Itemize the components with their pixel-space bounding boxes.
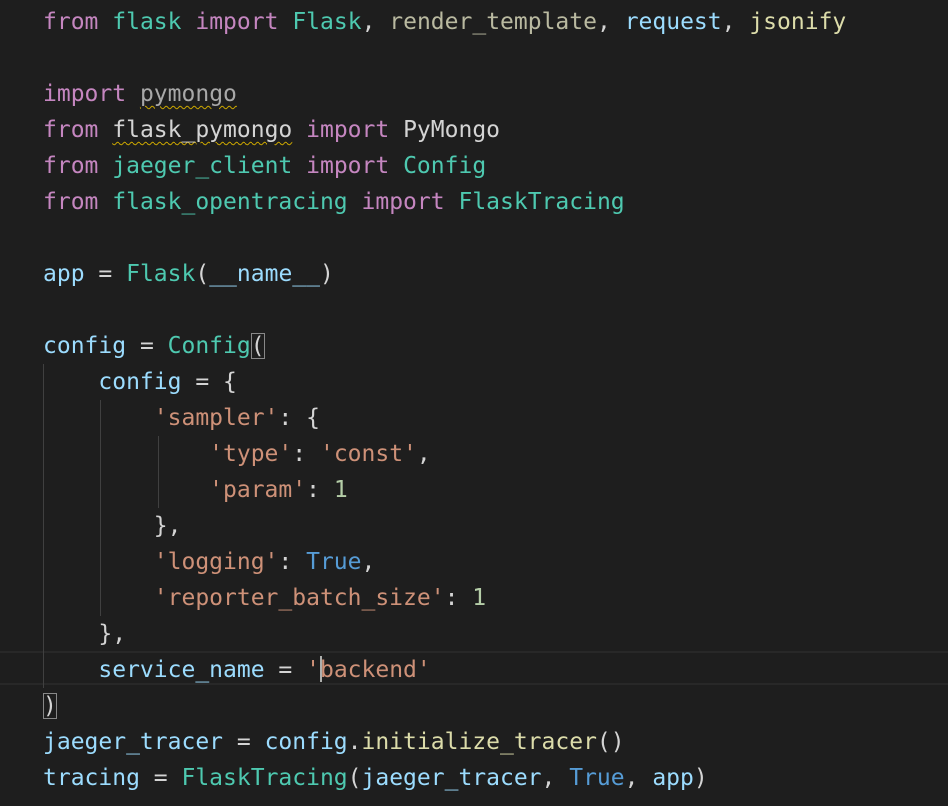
keyword: import: [306, 117, 390, 143]
code-line-12[interactable]: 'sampler': {: [43, 400, 320, 436]
code-line-22[interactable]: tracing = FlaskTracing(jaeger_tracer, Tr…: [43, 760, 708, 796]
keyword: import: [43, 81, 127, 107]
identifier: config: [43, 333, 127, 359]
punctuation: ,: [361, 549, 376, 575]
class-name: PyMongo: [403, 117, 501, 143]
operator: =: [264, 657, 307, 683]
code-line-13[interactable]: 'type': 'const',: [43, 436, 431, 472]
punctuation: (: [347, 765, 362, 791]
code-line-1[interactable]: from flask import Flask, render_template…: [43, 4, 846, 40]
class-name: Flask: [126, 261, 196, 287]
code-line-4[interactable]: from flask_pymongo import PyMongo: [43, 112, 500, 148]
matched-bracket: (: [250, 333, 265, 359]
identifier: app: [43, 261, 85, 287]
code-line-17[interactable]: 'reporter_batch_size': 1: [43, 580, 486, 616]
punctuation: },: [153, 513, 182, 539]
punctuation: ,: [596, 9, 625, 35]
punctuation: = {: [181, 369, 237, 395]
punctuation: :: [278, 549, 307, 575]
identifier: jaeger_tracer: [361, 765, 542, 791]
code-line-18[interactable]: },: [43, 616, 126, 652]
string-key: 'type': [209, 441, 293, 467]
identifier: service_name: [98, 657, 265, 683]
string-value: backend': [319, 657, 431, 683]
identifier: config: [98, 369, 182, 395]
punctuation: (: [195, 261, 210, 287]
punctuation: :: [306, 477, 334, 503]
string-key: 'logging': [153, 549, 279, 575]
constant-value: True: [569, 765, 625, 791]
punctuation: ): [319, 261, 334, 287]
identifier: __name__: [209, 261, 320, 287]
identifier: tracing: [43, 765, 140, 791]
string-key: 'sampler': [153, 405, 279, 431]
string-quote: ': [306, 657, 320, 683]
unresolved-import: pymongo: [139, 81, 237, 107]
keyword: from: [43, 153, 99, 179]
punctuation: ,: [361, 9, 390, 35]
identifier: jsonify: [749, 9, 847, 35]
code-line-3[interactable]: import pymongo: [43, 76, 237, 112]
operator: =: [223, 729, 265, 755]
keyword: import: [195, 9, 279, 35]
punctuation: ,: [541, 765, 570, 791]
string-key: 'param': [209, 477, 307, 503]
punctuation: : {: [278, 405, 320, 431]
punctuation: ,: [624, 765, 653, 791]
punctuation: .: [347, 729, 362, 755]
code-line-8[interactable]: app = Flask(__name__): [43, 256, 334, 292]
punctuation: ,: [721, 9, 750, 35]
keyword: from: [43, 9, 99, 35]
matched-bracket: ): [43, 693, 57, 719]
code-line-21[interactable]: jaeger_tracer = config.initialize_tracer…: [43, 724, 625, 760]
identifier: app: [652, 765, 694, 791]
method-name: initialize_tracer: [361, 729, 597, 755]
punctuation: (): [596, 729, 625, 755]
operator: =: [84, 261, 127, 287]
module-name: flask: [112, 9, 182, 35]
keyword: import: [361, 189, 445, 215]
identifier: request: [624, 9, 722, 35]
string-value: 'const': [319, 441, 417, 467]
class-name: Config: [403, 153, 487, 179]
string-key: 'reporter_batch_size': [153, 585, 445, 611]
code-line-19[interactable]: service_name = 'backend': [43, 652, 431, 688]
class-name: Flask: [292, 9, 362, 35]
class-name: Config: [167, 333, 251, 359]
keyword: from: [43, 117, 99, 143]
operator: =: [139, 765, 182, 791]
code-line-6[interactable]: from flask_opentracing import FlaskTraci…: [43, 184, 625, 220]
constant-value: True: [306, 549, 362, 575]
code-line-5[interactable]: from jaeger_client import Config: [43, 148, 486, 184]
class-name: FlaskTracing: [458, 189, 625, 215]
code-line-15[interactable]: },: [43, 508, 182, 544]
punctuation: :: [292, 441, 320, 467]
punctuation: :: [444, 585, 473, 611]
punctuation: ,: [416, 441, 431, 467]
punctuation: ): [693, 765, 708, 791]
identifier: jaeger_tracer: [43, 729, 224, 755]
keyword: import: [306, 153, 390, 179]
code-line-10[interactable]: config = Config(: [43, 328, 265, 364]
operator: =: [126, 333, 168, 359]
function-name: render_template: [389, 9, 597, 35]
number-value: 1: [333, 477, 348, 503]
identifier: config: [264, 729, 348, 755]
code-line-14[interactable]: 'param': 1: [43, 472, 348, 508]
code-line-16[interactable]: 'logging': True,: [43, 544, 376, 580]
code-editor[interactable]: from flask import Flask, render_template…: [0, 0, 948, 806]
class-name: FlaskTracing: [181, 765, 348, 791]
module-name: jaeger_client: [112, 153, 293, 179]
punctuation: },: [98, 621, 127, 647]
code-line-20[interactable]: ): [43, 688, 57, 724]
code-line-11[interactable]: config = {: [43, 364, 237, 400]
module-name: flask_opentracing: [112, 189, 348, 215]
number-value: 1: [472, 585, 487, 611]
unresolved-import: flask_pymongo: [112, 117, 293, 143]
keyword: from: [43, 189, 99, 215]
